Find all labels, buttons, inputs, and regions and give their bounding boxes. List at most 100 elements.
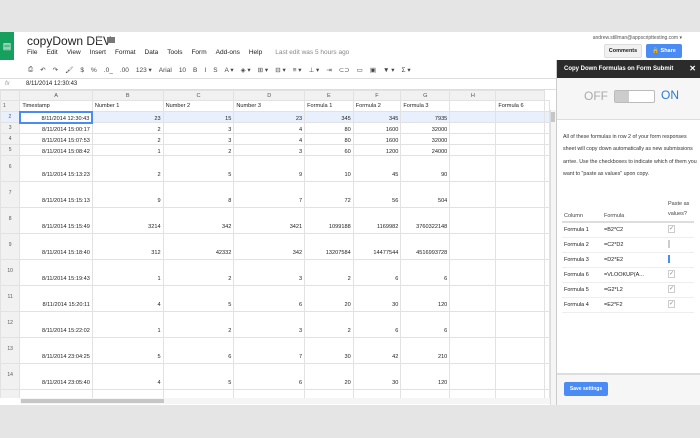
cell[interactable]: 4: [91, 285, 164, 312]
toolbar-button-icon[interactable]: %: [91, 67, 97, 74]
folder-icon[interactable]: [107, 37, 115, 43]
toolbar-button-icon[interactable]: I: [204, 67, 206, 74]
menu-form[interactable]: Form: [191, 49, 206, 56]
cell[interactable]: [233, 389, 306, 398]
row-header[interactable]: 2: [0, 111, 21, 123]
cell[interactable]: 30: [352, 285, 402, 312]
row-header[interactable]: 14: [0, 363, 21, 390]
cell[interactable]: 1: [91, 259, 164, 286]
cell[interactable]: 1600: [352, 122, 402, 134]
share-button[interactable]: 🔒 Share: [646, 44, 682, 58]
cell[interactable]: 5: [162, 155, 235, 182]
cell[interactable]: 2: [162, 144, 235, 156]
cell[interactable]: [495, 259, 545, 286]
cell[interactable]: 8/11/2014 15:20:11: [19, 285, 93, 312]
cell[interactable]: 8/11/2014 15:00:17: [19, 122, 93, 134]
column-header-C[interactable]: C: [162, 90, 235, 101]
cell[interactable]: [544, 285, 550, 312]
toolbar-button-icon[interactable]: ↶: [40, 66, 45, 74]
cell[interactable]: [495, 233, 545, 260]
row-header[interactable]: 15: [0, 389, 21, 398]
cell[interactable]: 8/11/2014 15:13:23: [19, 155, 93, 182]
cell[interactable]: [544, 337, 550, 364]
row-header[interactable]: 6: [0, 155, 21, 182]
cell[interactable]: [449, 144, 497, 156]
header-cell[interactable]: Formula 2: [352, 100, 402, 112]
cell[interactable]: 1600: [352, 133, 402, 145]
cell[interactable]: 1200: [352, 144, 402, 156]
cell[interactable]: 8: [162, 181, 235, 208]
user-account[interactable]: andrew.stillman@appscripttesting.com ▾: [593, 35, 682, 41]
toolbar-button-icon[interactable]: ⊥ ▾: [309, 66, 320, 74]
close-icon[interactable]: ✕: [689, 60, 696, 78]
cell[interactable]: [544, 389, 550, 398]
cell[interactable]: 45: [352, 155, 402, 182]
cell[interactable]: [495, 155, 545, 182]
cell[interactable]: [495, 122, 545, 134]
paste-as-values-checkbox[interactable]: [668, 240, 670, 249]
cell[interactable]: 7: [233, 337, 306, 364]
cell[interactable]: 30: [352, 363, 402, 390]
cell[interactable]: 6: [162, 337, 235, 364]
column-header-D[interactable]: D: [233, 90, 306, 101]
cell[interactable]: 5: [91, 337, 164, 364]
star-icon[interactable]: ☆: [94, 34, 103, 45]
toggle-knob[interactable]: [615, 91, 629, 102]
column-header-F[interactable]: F: [352, 90, 402, 101]
row-header[interactable]: 1: [0, 100, 21, 112]
column-header-blank[interactable]: [0, 90, 21, 101]
cell[interactable]: [449, 133, 497, 145]
cell[interactable]: 345: [304, 111, 354, 123]
cell[interactable]: 6: [352, 311, 402, 338]
cell[interactable]: [449, 111, 497, 123]
toolbar-button-icon[interactable]: ⊟ ▾: [275, 66, 286, 74]
toolbar-button-icon[interactable]: B: [193, 67, 197, 74]
row-header[interactable]: 9: [0, 233, 21, 260]
row-header[interactable]: 8: [0, 207, 21, 234]
toolbar-button-icon[interactable]: .00: [120, 67, 129, 74]
cell[interactable]: 5: [162, 363, 235, 390]
cell[interactable]: [495, 363, 545, 390]
cell[interactable]: [449, 363, 497, 390]
toolbar-button-icon[interactable]: ⊞ ▾: [258, 66, 269, 74]
cell[interactable]: 9: [91, 181, 164, 208]
toolbar-button-icon[interactable]: ≡ ▾: [293, 66, 302, 74]
cell[interactable]: [400, 389, 451, 398]
cell[interactable]: 23: [233, 111, 306, 123]
cell[interactable]: 3421: [233, 207, 306, 234]
toolbar-button-icon[interactable]: 🖌: [65, 66, 73, 74]
menu-edit[interactable]: Edit: [46, 49, 57, 56]
cell[interactable]: 4: [233, 122, 306, 134]
cell[interactable]: [449, 259, 497, 286]
toolbar-button-icon[interactable]: ▼ ▾: [383, 66, 395, 74]
cell[interactable]: [544, 259, 550, 286]
cell[interactable]: [495, 181, 545, 208]
cell[interactable]: [544, 144, 550, 156]
cell[interactable]: 7: [233, 181, 306, 208]
cell[interactable]: [495, 133, 545, 145]
cell[interactable]: 8/11/2014 15:08:42: [19, 144, 93, 156]
cell[interactable]: 20: [304, 363, 354, 390]
row-header[interactable]: 7: [0, 181, 21, 208]
column-header-E[interactable]: E: [304, 90, 354, 101]
cell[interactable]: [495, 311, 545, 338]
paste-as-values-checkbox[interactable]: ✓: [668, 225, 676, 234]
cell[interactable]: 3: [233, 311, 306, 338]
cell[interactable]: [449, 207, 497, 234]
cell[interactable]: 504: [400, 181, 451, 208]
cell[interactable]: 9: [233, 155, 306, 182]
column-header-blank[interactable]: [495, 90, 545, 101]
cell[interactable]: 6: [233, 363, 306, 390]
font-select[interactable]: Arial: [159, 67, 172, 74]
cell[interactable]: 6: [400, 311, 451, 338]
vertical-scroll-thumb[interactable]: [551, 112, 555, 122]
paste-as-values-checkbox[interactable]: ✓: [668, 300, 676, 309]
toolbar-button-icon[interactable]: ▣: [370, 66, 376, 74]
cell[interactable]: 8/11/2014 15:15:49: [19, 207, 93, 234]
header-cell[interactable]: [449, 100, 497, 112]
cell[interactable]: 345: [352, 111, 402, 123]
cell[interactable]: 90: [400, 155, 451, 182]
menu-insert[interactable]: Insert: [90, 49, 106, 56]
column-header-G[interactable]: G: [400, 90, 451, 101]
cell[interactable]: [544, 133, 550, 145]
